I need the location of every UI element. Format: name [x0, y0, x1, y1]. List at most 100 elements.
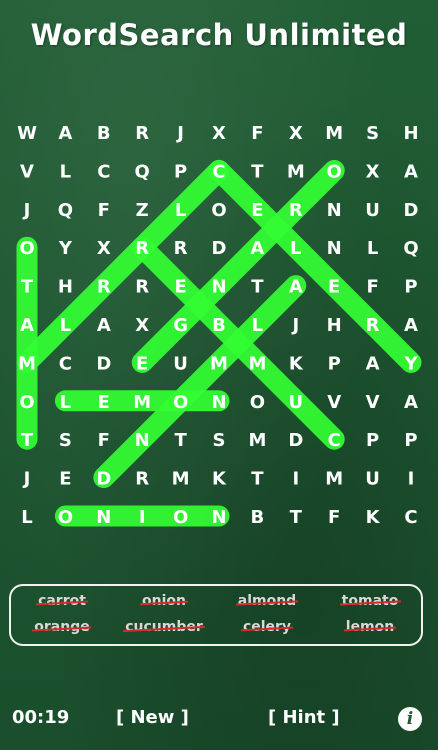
grid-cell-5-2[interactable]: A: [97, 315, 111, 336]
new-game-button[interactable]: [ New ]: [116, 707, 189, 728]
grid-cell-9-6[interactable]: T: [251, 469, 264, 490]
grid-cell-1-2[interactable]: C: [97, 161, 110, 182]
grid-cell-8-0[interactable]: T: [21, 430, 34, 451]
grid-cell-10-10[interactable]: C: [404, 507, 417, 528]
grid-cell-10-4[interactable]: O: [173, 507, 188, 528]
grid-cell-6-1[interactable]: C: [59, 353, 72, 374]
grid-cell-1-0[interactable]: V: [20, 161, 34, 182]
hint-button[interactable]: [ Hint ]: [268, 707, 340, 728]
grid-cell-1-9[interactable]: X: [366, 161, 380, 182]
grid-cell-1-7[interactable]: M: [287, 161, 305, 182]
grid-cell-0-7[interactable]: X: [289, 123, 303, 144]
grid-cell-0-4[interactable]: J: [175, 123, 184, 144]
grid-cell-9-1[interactable]: E: [59, 469, 71, 490]
grid-cell-4-4[interactable]: E: [174, 277, 186, 298]
grid-cell-0-8[interactable]: M: [325, 123, 343, 144]
grid-cell-1-5[interactable]: C: [212, 161, 225, 182]
grid-cell-10-3[interactable]: I: [139, 507, 146, 528]
grid-cell-2-10[interactable]: D: [404, 200, 419, 221]
grid-cell-5-8[interactable]: H: [327, 315, 342, 336]
grid-cell-8-6[interactable]: M: [248, 430, 266, 451]
grid-cell-4-5[interactable]: N: [211, 277, 226, 298]
grid-cell-7-2[interactable]: E: [98, 392, 110, 413]
grid-cell-6-0[interactable]: M: [18, 353, 36, 374]
grid-cell-8-3[interactable]: N: [135, 430, 150, 451]
grid-cell-2-6[interactable]: E: [251, 200, 263, 221]
grid-cell-10-0[interactable]: L: [21, 507, 32, 528]
grid-cell-7-4[interactable]: O: [173, 392, 188, 413]
grid-cell-4-6[interactable]: T: [251, 277, 264, 298]
grid-cell-3-5[interactable]: D: [212, 238, 227, 259]
grid-cell-1-1[interactable]: L: [60, 161, 71, 182]
grid-cell-7-10[interactable]: A: [404, 392, 418, 413]
grid-cell-6-7[interactable]: K: [289, 353, 304, 374]
grid-cell-6-4[interactable]: U: [173, 353, 188, 374]
grid-cell-3-6[interactable]: A: [250, 238, 264, 259]
grid-cell-9-2[interactable]: D: [96, 469, 111, 490]
grid-cell-6-10[interactable]: Y: [403, 353, 418, 374]
info-icon[interactable]: i: [398, 707, 422, 731]
grid-cell-9-9[interactable]: U: [365, 469, 380, 490]
grid-cell-1-4[interactable]: P: [174, 161, 187, 182]
grid-cell-0-5[interactable]: X: [212, 123, 226, 144]
grid-cell-1-8[interactable]: O: [327, 161, 342, 182]
grid-cell-4-8[interactable]: E: [328, 277, 340, 298]
grid-cell-1-6[interactable]: T: [251, 161, 264, 182]
grid-cell-2-5[interactable]: O: [211, 200, 226, 221]
grid-cell-4-2[interactable]: R: [97, 277, 111, 298]
grid-cell-5-1[interactable]: L: [60, 315, 71, 336]
grid-cell-9-4[interactable]: M: [172, 469, 190, 490]
grid-cell-6-5[interactable]: M: [210, 353, 228, 374]
grid-cell-0-6[interactable]: F: [251, 123, 263, 144]
grid-cell-8-4[interactable]: T: [174, 430, 187, 451]
letter-grid[interactable]: W A B R J X F X M S HV L C Q P C T M O X AJ Q F Z L O E R N U DO Y X R R D A…: [0, 0, 438, 560]
grid-cell-7-7[interactable]: U: [288, 392, 303, 413]
grid-cell-10-6[interactable]: B: [251, 507, 265, 528]
grid-cell-7-3[interactable]: M: [133, 392, 151, 413]
grid-cell-2-8[interactable]: N: [327, 200, 342, 221]
grid-cell-9-8[interactable]: M: [325, 469, 343, 490]
grid-cell-2-0[interactable]: J: [22, 200, 31, 221]
grid-cell-1-3[interactable]: Q: [135, 161, 150, 182]
grid-cell-5-7[interactable]: J: [290, 315, 299, 336]
grid-cell-7-6[interactable]: O: [250, 392, 265, 413]
grid-cell-9-7[interactable]: I: [292, 469, 299, 490]
grid-cell-7-0[interactable]: O: [19, 392, 34, 413]
grid-cell-3-7[interactable]: L: [290, 238, 301, 259]
grid-cell-3-10[interactable]: Q: [403, 238, 418, 259]
grid-cell-5-4[interactable]: G: [173, 315, 188, 336]
grid-cell-10-9[interactable]: K: [366, 507, 381, 528]
grid-cell-2-1[interactable]: Q: [58, 200, 73, 221]
grid-cell-8-8[interactable]: C: [328, 430, 341, 451]
grid-cell-3-4[interactable]: R: [174, 238, 188, 259]
grid-cell-7-1[interactable]: L: [60, 392, 71, 413]
grid-cell-6-2[interactable]: D: [96, 353, 111, 374]
grid-cell-2-3[interactable]: Z: [136, 200, 149, 221]
grid-cell-6-3[interactable]: E: [136, 353, 148, 374]
grid-cell-10-1[interactable]: O: [58, 507, 73, 528]
grid-cell-5-0[interactable]: A: [20, 315, 34, 336]
grid-cell-9-5[interactable]: K: [212, 469, 227, 490]
grid-cell-8-7[interactable]: D: [288, 430, 303, 451]
grid-cell-5-9[interactable]: R: [366, 315, 380, 336]
grid-cell-2-2[interactable]: F: [98, 200, 110, 221]
grid-cell-7-9[interactable]: V: [366, 392, 380, 413]
grid-cell-4-1[interactable]: H: [58, 277, 73, 298]
grid-cell-7-5[interactable]: N: [211, 392, 226, 413]
grid-cell-0-1[interactable]: A: [58, 123, 72, 144]
grid-cell-2-4[interactable]: L: [175, 200, 186, 221]
grid-cell-10-2[interactable]: N: [96, 507, 111, 528]
grid-cell-4-0[interactable]: T: [21, 277, 34, 298]
grid-cell-1-10[interactable]: A: [404, 161, 418, 182]
grid-cell-0-0[interactable]: W: [17, 123, 37, 144]
grid-cell-8-2[interactable]: F: [98, 430, 110, 451]
grid-cell-2-7[interactable]: R: [289, 200, 303, 221]
grid-cell-8-1[interactable]: S: [59, 430, 72, 451]
grid-cell-6-6[interactable]: M: [248, 353, 266, 374]
grid-cell-9-0[interactable]: J: [22, 469, 31, 490]
grid-cell-3-8[interactable]: N: [327, 238, 342, 259]
grid-cell-9-3[interactable]: R: [135, 469, 149, 490]
grid-cell-5-10[interactable]: A: [404, 315, 418, 336]
grid-cell-0-10[interactable]: H: [403, 123, 418, 144]
grid-cell-3-1[interactable]: Y: [58, 238, 73, 259]
